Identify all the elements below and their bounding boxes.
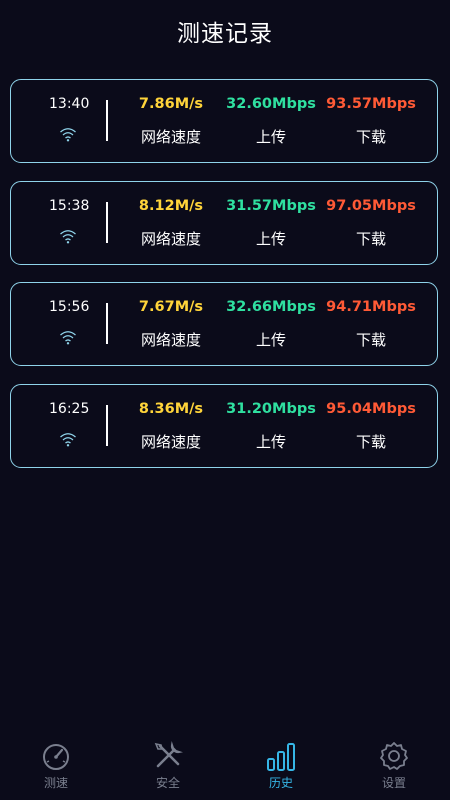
upload-speed-value: 31.57Mbps (226, 198, 316, 214)
wifi-icon (60, 433, 76, 447)
record-time: 16:25 (49, 401, 90, 417)
network-speed-value: 7.67M/s (138, 299, 204, 315)
speed-record-card[interactable]: 15:38 8.12M/s 31.57Mbps 97.05Mbps 网络速度 上… (10, 181, 438, 265)
gear-icon (380, 742, 408, 770)
record-time: 15:38 (49, 198, 90, 214)
speed-record-card[interactable]: 15:56 7.67M/s 32.66Mbps 94.71Mbps 网络速度 上… (10, 282, 438, 366)
tab-settings[interactable]: 设置 (338, 734, 450, 800)
network-speed-value: 8.36M/s (138, 401, 204, 417)
network-speed-label: 网络速度 (140, 230, 201, 248)
tab-label: 安全 (155, 776, 180, 790)
download-speed-value: 93.57Mbps (326, 96, 416, 112)
download-speed-value: 97.05Mbps (326, 198, 416, 214)
card-divider (106, 405, 108, 446)
upload-label: 上传 (255, 128, 286, 146)
upload-speed-value: 32.66Mbps (226, 299, 316, 315)
tab-label: 历史 (268, 776, 293, 790)
speed-record-card[interactable]: 13:40 7.86M/s 32.60Mbps 93.57Mbps 网络速度 上… (10, 79, 438, 163)
download-label: 下载 (355, 331, 386, 349)
network-speed-value: 8.12M/s (138, 198, 204, 214)
wifi-icon (60, 230, 76, 244)
page-title: 测速记录 (177, 21, 273, 47)
upload-label: 上传 (255, 331, 286, 349)
upload-label: 上传 (255, 230, 286, 248)
record-time: 15:56 (49, 299, 90, 315)
download-label: 下载 (355, 128, 386, 146)
download-label: 下载 (355, 433, 386, 451)
speed-history-screen: 测速记录 13:40 7.86M/s 32.60Mbps 93.57Mbps 网… (0, 0, 450, 800)
upload-label: 上传 (255, 433, 286, 451)
tab-history[interactable]: 历史 (225, 734, 337, 800)
network-speed-label: 网络速度 (140, 331, 201, 349)
bar-chart-icon (267, 743, 295, 771)
tab-label: 设置 (381, 776, 406, 790)
network-speed-value: 7.86M/s (138, 96, 204, 112)
record-time: 13:40 (49, 96, 90, 112)
download-label: 下载 (355, 230, 386, 248)
upload-speed-value: 32.60Mbps (226, 96, 316, 112)
tab-label: 测速 (43, 776, 68, 790)
network-speed-label: 网络速度 (140, 128, 201, 146)
network-speed-label: 网络速度 (140, 433, 201, 451)
tab-security[interactable]: 安全 (112, 734, 224, 800)
wifi-icon (60, 331, 76, 345)
bottom-tab-bar: 测速 安全 历史 设置 (0, 734, 450, 800)
upload-speed-value: 31.20Mbps (226, 401, 316, 417)
download-speed-value: 95.04Mbps (326, 401, 416, 417)
card-divider (106, 100, 108, 141)
wifi-icon (60, 128, 76, 142)
card-divider (106, 303, 108, 344)
download-speed-value: 94.71Mbps (326, 299, 416, 315)
speedometer-icon (43, 744, 69, 770)
speed-record-card[interactable]: 16:25 8.36M/s 31.20Mbps 95.04Mbps 网络速度 上… (10, 384, 438, 468)
card-divider (106, 202, 108, 243)
tab-speed-test[interactable]: 测速 (0, 734, 112, 800)
tools-icon (154, 741, 183, 768)
